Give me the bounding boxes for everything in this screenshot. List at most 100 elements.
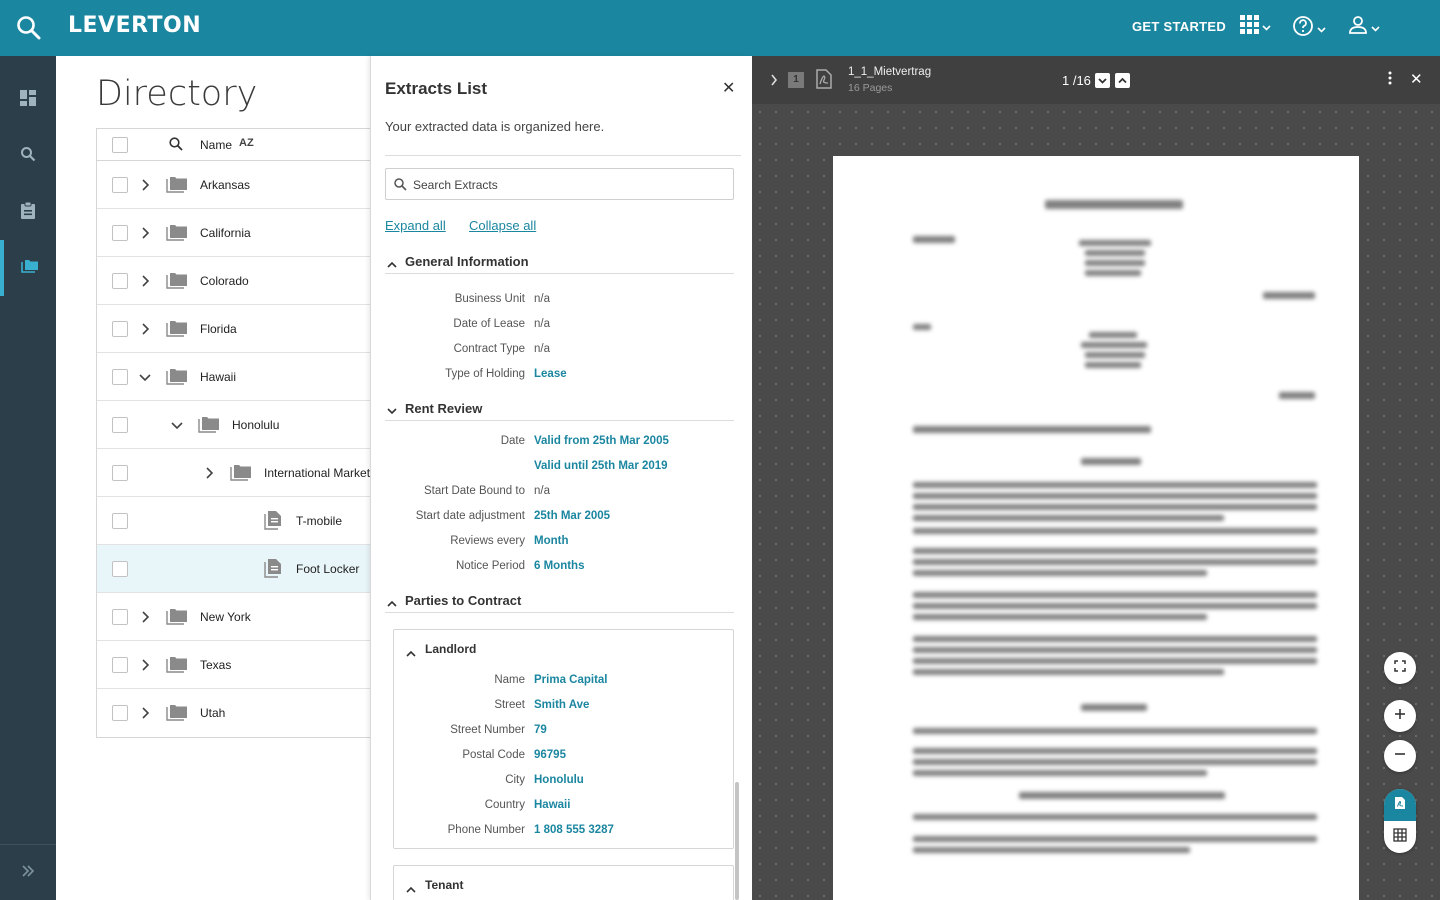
section-general-information[interactable]: General Information [385,252,734,274]
blurred-text-line [1081,342,1147,348]
nav-tasks[interactable] [0,184,56,240]
table-row[interactable]: California [97,209,371,257]
help-menu-button[interactable] [1292,15,1326,42]
field-value[interactable]: 1 808 555 3287 [534,824,614,836]
blurred-text-line [913,324,931,330]
nav-dashboard[interactable] [0,72,56,128]
chevron-down-icon[interactable] [137,369,153,385]
blurred-text-line [1079,240,1151,246]
landlord-title: Landlord [425,642,477,656]
field-value[interactable]: Prima Capital [534,674,608,686]
table-row[interactable]: Arkansas [97,161,371,209]
blurred-text-line [913,836,1317,842]
close-icon[interactable]: ✕ [1410,70,1423,88]
field-value[interactable]: Hawaii [534,799,570,811]
table-row[interactable]: International Market [97,449,371,497]
previous-page-button[interactable] [1115,73,1130,88]
expand-rail-button[interactable] [0,844,56,900]
row-checkbox[interactable] [112,465,128,481]
expand-all-link[interactable]: Expand all [385,218,446,233]
row-checkbox[interactable] [112,705,128,721]
chevron-up-icon[interactable] [406,880,416,898]
row-checkbox[interactable] [112,657,128,673]
section-rent-review[interactable]: Rent Review [385,399,734,421]
page-thumb-badge[interactable]: 1 [788,72,804,88]
search-icon [20,146,36,167]
row-checkbox[interactable] [112,273,128,289]
get-started-button[interactable]: GET STARTED [1132,19,1226,34]
row-checkbox[interactable] [112,225,128,241]
zoom-in-button[interactable] [1384,700,1416,732]
sort-az-icon[interactable]: AZ [239,137,254,149]
search-icon[interactable] [169,137,183,156]
zoom-out-button[interactable] [1384,740,1416,772]
chevron-right-icon[interactable] [137,657,153,673]
nav-directory[interactable] [0,240,56,296]
chevron-right-icon[interactable] [137,273,153,289]
table-row[interactable]: T-mobile [97,497,371,545]
table-row[interactable]: Florida [97,305,371,353]
row-checkbox[interactable] [112,609,128,625]
field-value[interactable]: Month [534,535,568,547]
table-row[interactable]: Honolulu [97,401,371,449]
apps-menu-button[interactable] [1240,15,1271,39]
field-label: Date of Lease [453,318,525,330]
field-value[interactable]: Smith Ave [534,699,589,711]
folder-icon [230,463,252,486]
field-value[interactable]: 25th Mar 2005 [534,510,610,522]
name-column-header[interactable]: Name [200,138,232,152]
chevron-down-icon[interactable] [169,417,185,433]
row-checkbox[interactable] [112,369,128,385]
next-page-button[interactable] [1095,73,1110,88]
table-row[interactable]: Foot Locker [97,545,371,593]
field-value[interactable]: Lease [534,368,567,380]
table-row[interactable]: Utah [97,689,371,737]
more-vertical-icon[interactable] [1388,71,1392,90]
table-row[interactable]: Hawaii [97,353,371,401]
chevron-right-icon[interactable] [770,73,778,91]
nav-search[interactable] [0,128,56,184]
pdf-view-button[interactable] [1384,789,1416,821]
table-row[interactable]: Texas [97,641,371,689]
field-value[interactable]: 6 Months [534,560,584,572]
search-extracts-input[interactable]: Search Extracts [385,168,734,200]
user-menu-button[interactable] [1348,15,1380,40]
search-icon [394,178,407,196]
document-page-count: 16 Pages [848,82,893,94]
table-view-button[interactable] [1384,821,1416,853]
field-value[interactable]: 96795 [534,749,566,761]
field-value[interactable]: Valid until 25th Mar 2019 [534,460,668,472]
row-checkbox[interactable] [112,561,128,577]
chevron-up-icon[interactable] [406,644,416,662]
top-bar: LEVERTON GET STARTED [0,0,1440,56]
table-row[interactable]: New York [97,593,371,641]
section-parties-to-contract[interactable]: Parties to Contract [385,591,734,613]
field-value[interactable]: 79 [534,724,547,736]
fit-screen-button[interactable] [1384,652,1416,684]
row-checkbox[interactable] [112,513,128,529]
blurred-text-line [1085,362,1141,368]
chevron-right-icon[interactable] [137,177,153,193]
chevron-right-icon[interactable] [137,609,153,625]
collapse-all-link[interactable]: Collapse all [469,218,536,233]
table-row[interactable]: Colorado [97,257,371,305]
search-icon[interactable] [16,15,42,46]
field-value[interactable]: Valid from 25th Mar 2005 [534,435,669,447]
row-checkbox[interactable] [112,417,128,433]
row-checkbox[interactable] [112,177,128,193]
field-label: Name [494,674,525,686]
field-value[interactable]: Honolulu [534,774,584,786]
chevron-right-icon[interactable] [201,465,217,481]
chevron-right-icon[interactable] [137,225,153,241]
select-all-checkbox[interactable] [112,137,128,153]
folder-icon [166,271,188,294]
close-icon[interactable]: ✕ [722,78,735,98]
chevron-right-icon[interactable] [137,705,153,721]
help-icon [1292,15,1314,42]
row-label: Texas [200,658,232,672]
view-mode-toggle [1384,789,1416,853]
extracts-scrollbar[interactable] [735,782,739,900]
clipboard-icon [20,201,36,224]
row-checkbox[interactable] [112,321,128,337]
chevron-right-icon[interactable] [137,321,153,337]
